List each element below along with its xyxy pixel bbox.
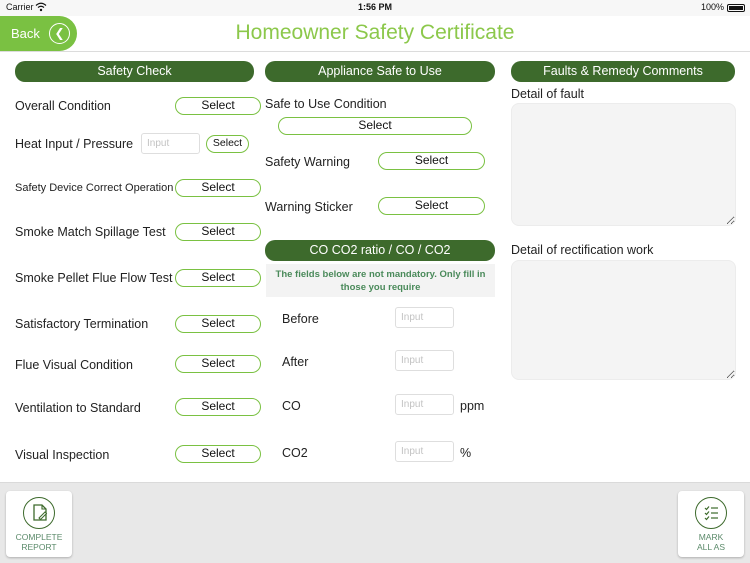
- heat-input-label: Heat Input / Pressure: [15, 137, 134, 151]
- complete-report-label: COMPLETE REPORT: [6, 532, 72, 552]
- smoke-pellet-select[interactable]: Select: [175, 269, 261, 287]
- battery-percent: 100%: [700, 2, 724, 12]
- complete-report-line2: REPORT: [21, 542, 57, 552]
- appliance-safe-heading: Appliance Safe to Use: [265, 61, 495, 82]
- safety-device-select[interactable]: Select: [175, 179, 261, 197]
- co-label: CO: [282, 399, 301, 413]
- heat-input-select[interactable]: Select: [206, 135, 249, 153]
- co2-input[interactable]: [395, 441, 454, 462]
- mark-all-line2: ALL AS: [696, 542, 726, 552]
- warning-sticker-label: Warning Sticker: [265, 200, 353, 214]
- safety-check-heading: Safety Check: [15, 61, 254, 82]
- smoke-pellet-label: Smoke Pellet Flue Flow Test: [15, 271, 173, 285]
- safety-warning-select[interactable]: Select: [378, 152, 485, 170]
- fault-detail-label: Detail of fault: [511, 87, 584, 101]
- page-title: Homeowner Safety Certificate: [235, 21, 515, 44]
- visual-inspection-label: Visual Inspection: [15, 448, 110, 462]
- co2-unit: %: [460, 446, 472, 460]
- rectification-label: Detail of rectification work: [511, 243, 654, 257]
- flue-visual-label: Flue Visual Condition: [15, 358, 133, 372]
- co-ratio-heading: CO CO2 ratio / CO / CO2: [265, 240, 495, 261]
- checklist-icon: [695, 497, 727, 529]
- document-edit-icon: [23, 497, 55, 529]
- co-unit: ppm: [460, 399, 485, 413]
- safe-to-use-select[interactable]: Select: [278, 117, 472, 135]
- warning-sticker-select[interactable]: Select: [378, 197, 485, 215]
- rectification-textarea[interactable]: [511, 260, 736, 380]
- smoke-match-select[interactable]: Select: [175, 223, 261, 241]
- complete-report-line1: COMPLETE: [15, 532, 63, 542]
- nav-header: Back ❮ Homeowner Safety Certificate: [0, 16, 750, 52]
- battery-icon: [727, 4, 745, 12]
- safety-device-label: Safety Device Correct Operation: [15, 182, 174, 194]
- fault-detail-textarea[interactable]: [511, 103, 736, 226]
- safety-warning-label: Safety Warning: [265, 155, 350, 169]
- ventilation-select[interactable]: Select: [175, 398, 261, 416]
- ventilation-label: Ventilation to Standard: [15, 401, 141, 415]
- mark-all-label: MARK ALL AS: [678, 532, 744, 552]
- before-label: Before: [282, 312, 319, 326]
- mark-all-line1: MARK: [698, 532, 724, 542]
- safe-to-use-label: Safe to Use Condition: [265, 97, 387, 111]
- heat-input-field[interactable]: [141, 133, 200, 154]
- status-time: 1:56 PM: [357, 2, 392, 12]
- flue-visual-select[interactable]: Select: [175, 355, 261, 373]
- overall-condition-select[interactable]: Select: [175, 97, 261, 115]
- after-label: After: [282, 355, 309, 369]
- co-ratio-note: The fields below are not mandatory. Only…: [266, 264, 495, 297]
- termination-label: Satisfactory Termination: [15, 317, 149, 331]
- co2-label: CO2: [282, 446, 308, 460]
- after-input[interactable]: [395, 350, 454, 371]
- footer-toolbar: COMPLETE REPORT MARK ALL AS: [0, 482, 750, 563]
- before-input[interactable]: [395, 307, 454, 328]
- termination-select[interactable]: Select: [175, 315, 261, 333]
- smoke-match-label: Smoke Match Spillage Test: [15, 225, 166, 239]
- mark-all-button[interactable]: MARK ALL AS: [678, 491, 744, 557]
- complete-report-button[interactable]: COMPLETE REPORT: [6, 491, 72, 557]
- visual-inspection-select[interactable]: Select: [175, 445, 261, 463]
- faults-heading: Faults & Remedy Comments: [511, 61, 735, 82]
- status-bar: Carrier 1:56 PM 100%: [0, 0, 750, 16]
- overall-condition-label: Overall Condition: [15, 99, 111, 113]
- co-input[interactable]: [395, 394, 454, 415]
